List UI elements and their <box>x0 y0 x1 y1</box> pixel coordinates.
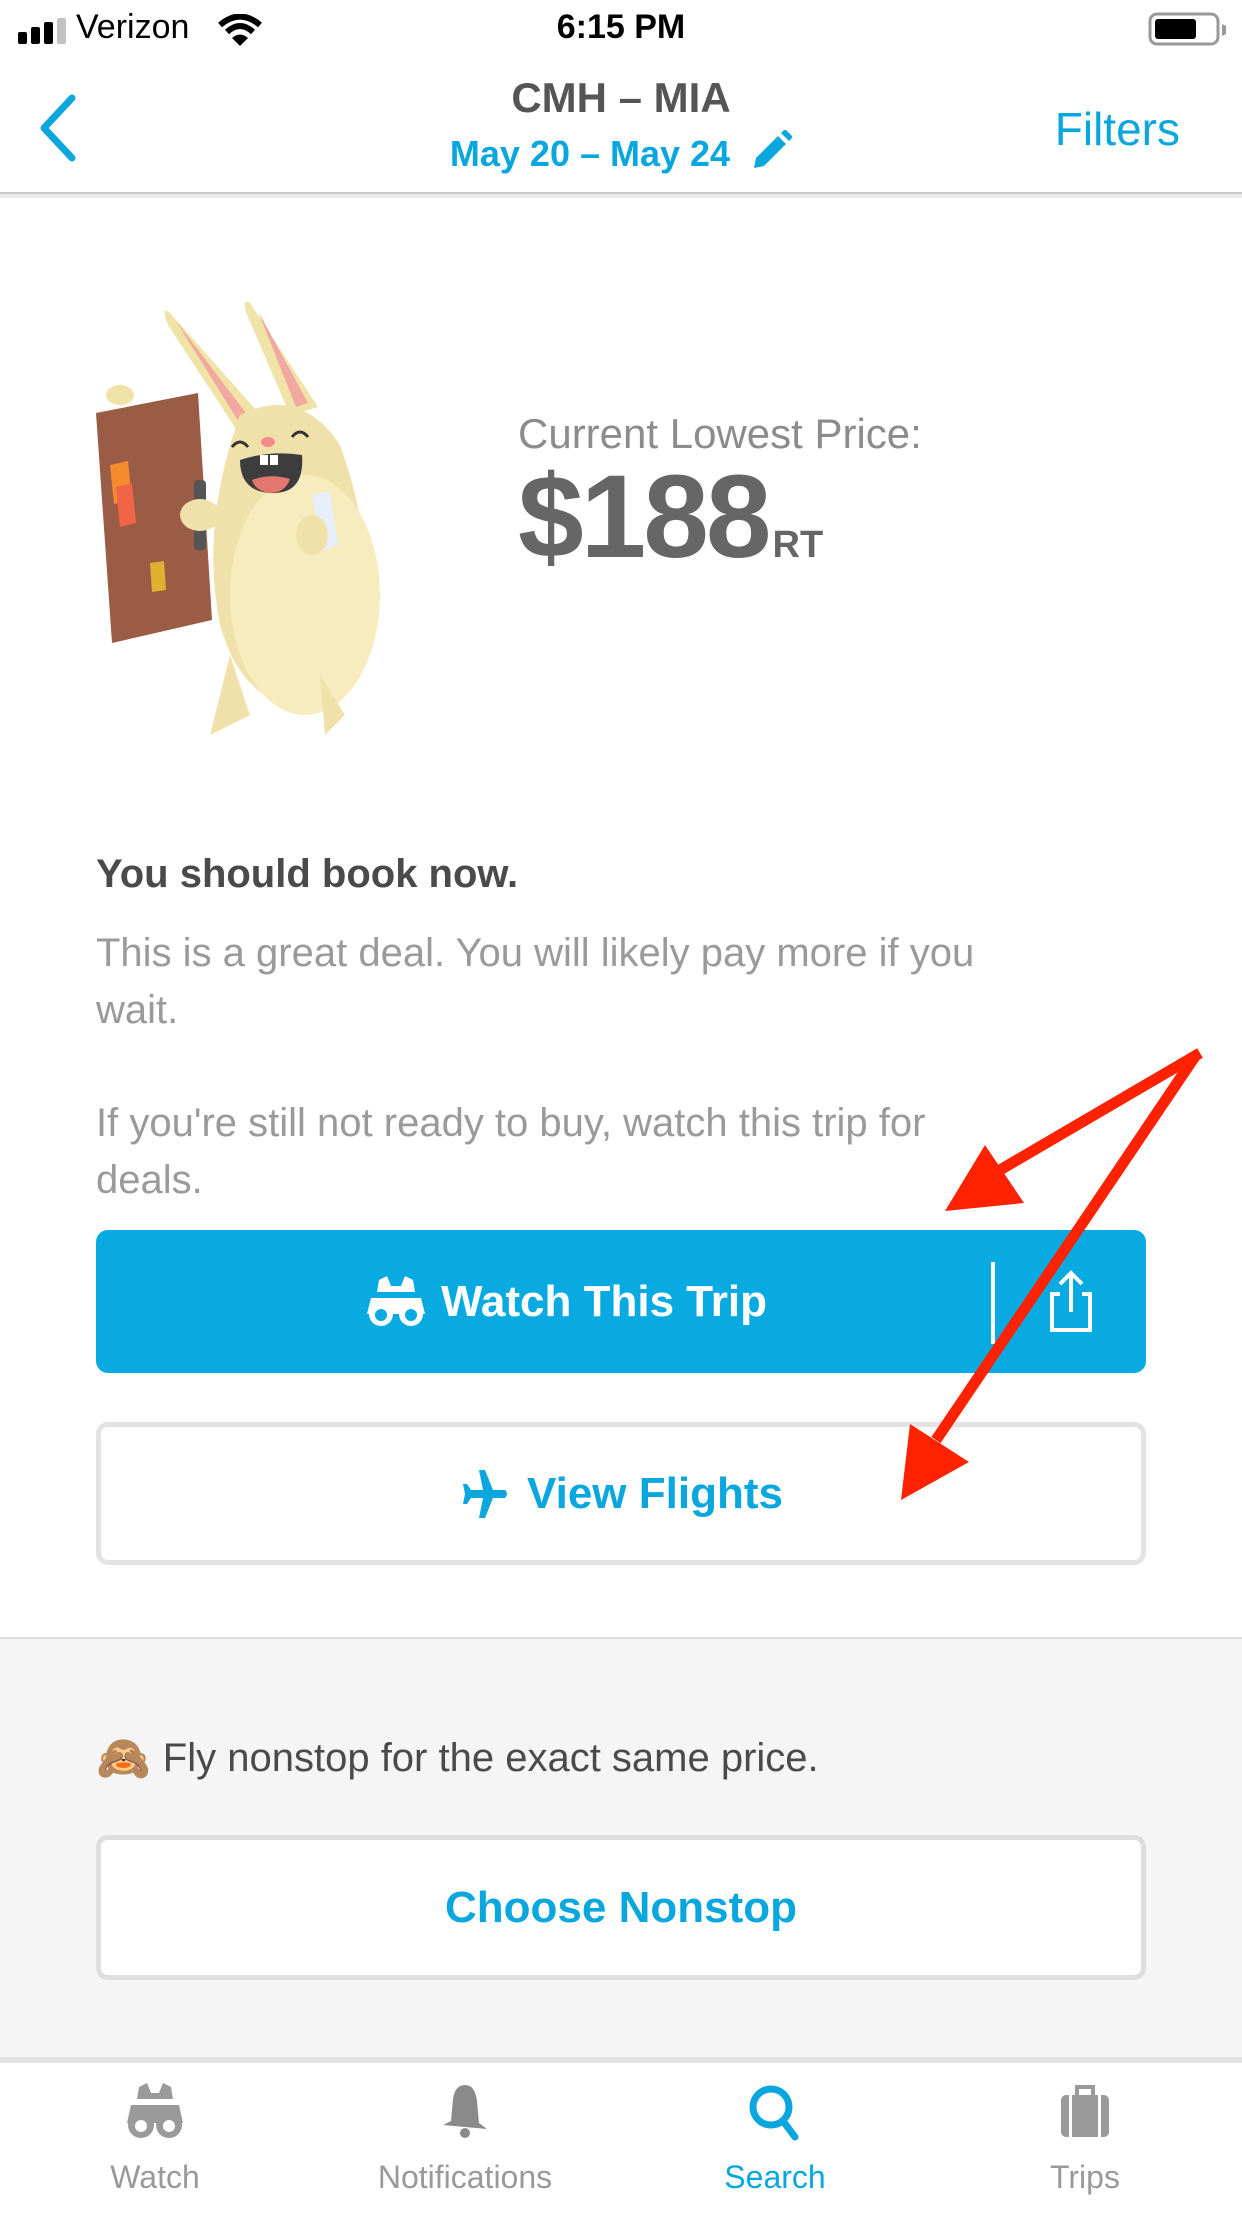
nav-header: CMH – MIA May 20 – May 24 Filters <box>0 60 1242 194</box>
status-time: 6:15 PM <box>556 8 686 46</box>
tab-label: Search <box>724 2159 826 2195</box>
search-icon <box>749 2085 799 2141</box>
advice-body-2: If you're still not ready to buy, watch … <box>96 1101 926 1202</box>
choose-nonstop-label: Choose Nonstop <box>445 1882 797 1932</box>
tab-bar: Watch Notifications Search Trips <box>0 2057 1242 2214</box>
tab-label: Trips <box>1050 2159 1120 2195</box>
battery-icon <box>1148 12 1226 46</box>
airplane-icon <box>463 1469 508 1518</box>
binoculars-icon <box>367 1275 426 1326</box>
status-bar: Verizon 6:15 PM <box>0 0 1242 60</box>
tab-watch[interactable]: Watch <box>0 2063 310 2214</box>
watch-trip-label: Watch This Trip <box>441 1276 767 1326</box>
share-button[interactable] <box>1046 1270 1096 1334</box>
filters-button[interactable]: Filters <box>1055 102 1180 156</box>
view-flights-button[interactable]: View Flights <box>96 1422 1146 1565</box>
binoculars-icon <box>127 2083 183 2138</box>
button-divider <box>991 1262 995 1344</box>
tab-label: Watch <box>110 2159 200 2195</box>
tab-search[interactable]: Search <box>620 2063 930 2214</box>
view-flights-label: View Flights <box>527 1468 783 1518</box>
battery-level <box>1155 19 1196 39</box>
suitcase-icon <box>1061 2085 1109 2137</box>
bell-icon <box>443 2085 487 2138</box>
tab-label: Notifications <box>377 2159 553 2195</box>
choose-nonstop-button[interactable]: Choose Nonstop <box>96 1835 1146 1980</box>
pencil-icon <box>754 130 793 168</box>
monkey-emoji-icon: 🙈 <box>96 1734 151 1783</box>
nonstop-text: Fly nonstop for the exact same price. <box>162 1735 819 1780</box>
price-value: $188 RT <box>518 458 823 576</box>
tab-trips[interactable]: Trips <box>930 2063 1240 2214</box>
tab-notifications[interactable]: Notifications <box>310 2063 620 2214</box>
price-suffix: RT <box>772 524 824 566</box>
advice-title: You should book now. <box>96 852 519 896</box>
date-range-label: May 20 – May 24 <box>449 133 731 174</box>
advice-body-1: This is a great deal. You will likely pa… <box>96 931 975 1032</box>
price-amount: $188 <box>518 451 772 583</box>
bunny-illustration <box>96 301 380 735</box>
nonstop-message: 🙈 Fly nonstop for the exact same price. <box>96 1732 819 1784</box>
watch-trip-button[interactable]: Watch This Trip <box>96 1230 1146 1373</box>
